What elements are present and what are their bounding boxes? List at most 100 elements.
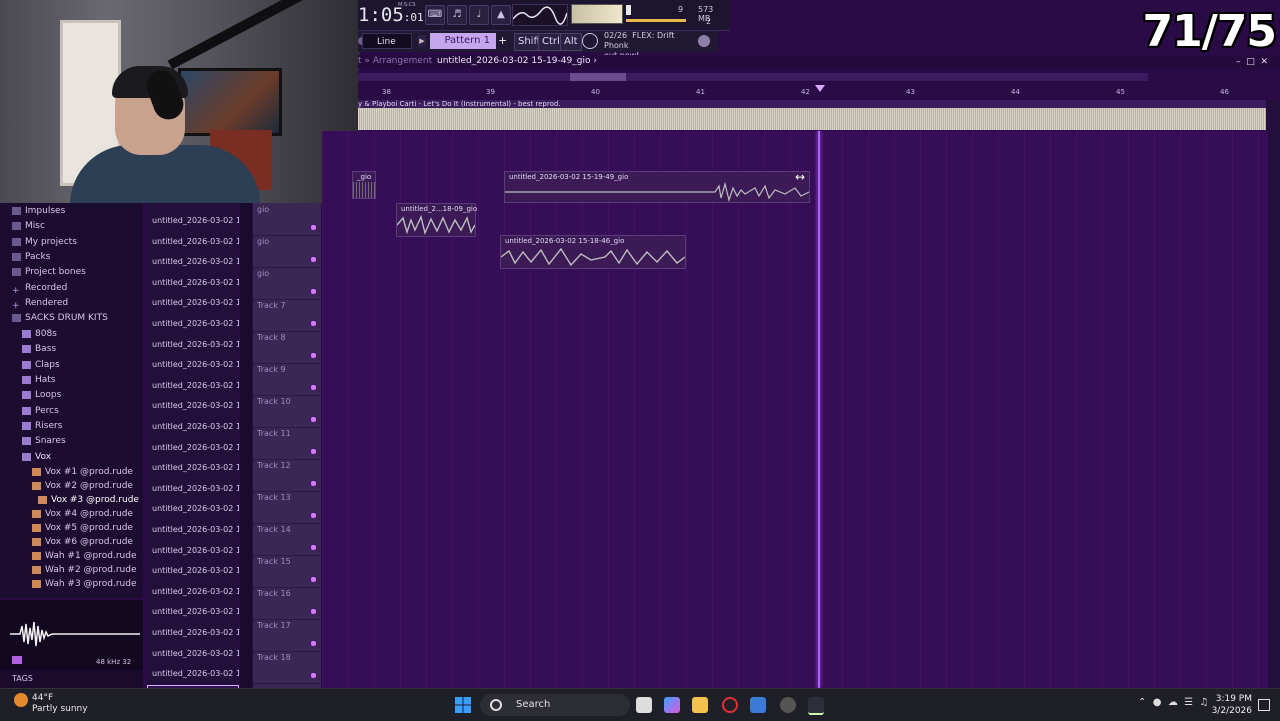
track-header[interactable]: Track 11 bbox=[253, 427, 321, 460]
browser-item-rendered[interactable]: + Rendered bbox=[12, 296, 68, 311]
browser-file-vox-2[interactable]: Vox #2 @prod.rude bbox=[32, 479, 133, 494]
track-mute-led[interactable] bbox=[310, 512, 317, 519]
file-explorer-icon[interactable] bbox=[692, 697, 708, 713]
track-mute-led[interactable] bbox=[310, 416, 317, 423]
weather-widget[interactable]: 44°F Partly sunny bbox=[14, 693, 88, 715]
play-pattern-icon[interactable]: ▶ bbox=[418, 35, 426, 47]
track-mute-led[interactable] bbox=[310, 256, 317, 263]
add-pattern-button[interactable]: + bbox=[498, 33, 508, 49]
browser-file-wah-1[interactable]: Wah #1 @prod.rude bbox=[32, 549, 136, 564]
master-volume-meter[interactable] bbox=[571, 4, 623, 24]
sample-preview[interactable]: 48 kHz 32 bbox=[0, 600, 143, 670]
clip-list-item[interactable]: untitled_2026-03-02 15-... bbox=[147, 273, 239, 293]
taskbar-clock[interactable]: 3:19 PM 3/2/2026 bbox=[1212, 693, 1252, 717]
browser-item-misc[interactable]: Misc bbox=[12, 219, 45, 234]
clip-list-item[interactable]: untitled_2026-03-02 15-... bbox=[147, 232, 239, 252]
track-header[interactable]: Track 8 bbox=[253, 331, 321, 364]
browser-item-my-projects[interactable]: My projects bbox=[12, 235, 77, 250]
track-header[interactable]: gio bbox=[253, 235, 321, 268]
browser-item-claps[interactable]: Claps bbox=[22, 358, 60, 373]
record-mode-icon[interactable]: ▲ bbox=[491, 5, 511, 25]
clip-list-item[interactable]: untitled_2026-03-02 15-... bbox=[147, 376, 239, 396]
keyboard-icon[interactable]: ⌨ bbox=[425, 5, 445, 25]
close-icon[interactable]: ✕ bbox=[1260, 57, 1268, 67]
browser-file-wah-3[interactable]: Wah #3 @prod.rude bbox=[32, 577, 136, 592]
clip-list-item[interactable]: untitled_2026-03-02 15-... bbox=[147, 335, 239, 355]
track-mute-led[interactable] bbox=[310, 608, 317, 615]
track-header[interactable]: Track 17 bbox=[253, 619, 321, 652]
track-header[interactable]: Track 10 bbox=[253, 395, 321, 428]
clip-list-item[interactable]: untitled_2026-03-02 15-... bbox=[147, 664, 239, 684]
track-mute-led[interactable] bbox=[310, 224, 317, 231]
browser-item-snares[interactable]: Snares bbox=[22, 434, 66, 449]
clip-list-item[interactable]: untitled_2026-03-02 15-... bbox=[147, 314, 239, 334]
track-mute-led[interactable] bbox=[310, 640, 317, 647]
track-mute-led[interactable] bbox=[310, 448, 317, 455]
browser-item-vox[interactable]: Vox bbox=[22, 450, 51, 465]
audio-clip[interactable]: _gio bbox=[352, 171, 376, 199]
track-header[interactable]: Track 18 bbox=[253, 651, 321, 684]
settings-gear-icon[interactable] bbox=[698, 35, 710, 47]
vertical-scrollbar[interactable] bbox=[1268, 100, 1280, 688]
clip-list-item[interactable]: untitled_2026-03-02 15-... bbox=[147, 644, 239, 664]
tags-bar[interactable]: TAGS bbox=[0, 670, 143, 688]
track-header[interactable]: Track 7 bbox=[253, 299, 321, 332]
clip-list-item[interactable]: untitled_2026-03-02 15-... bbox=[147, 499, 239, 519]
clip-list-item[interactable]: untitled_2026-03-02 15-... bbox=[147, 561, 239, 581]
track-header[interactable]: Track 15 bbox=[253, 555, 321, 588]
system-tray[interactable]: ⌃ ● ☁ ☰ ♫ bbox=[1138, 697, 1208, 708]
copilot-icon[interactable] bbox=[664, 697, 680, 713]
track-header[interactable]: gio bbox=[253, 267, 321, 300]
chrome-icon[interactable] bbox=[780, 697, 796, 713]
track-header[interactable]: Track 13 bbox=[253, 491, 321, 524]
store-icon[interactable] bbox=[750, 697, 766, 713]
track-header[interactable]: Track 16 bbox=[253, 587, 321, 620]
fl-studio-icon[interactable] bbox=[808, 697, 824, 715]
browser-file-vox-5[interactable]: Vox #5 @prod.rude bbox=[32, 521, 133, 536]
track-header[interactable]: Track 14 bbox=[253, 523, 321, 556]
pattern-selector[interactable]: Pattern 1 bbox=[430, 33, 496, 49]
clip-list-item[interactable]: untitled_2026-03-02 15-... bbox=[147, 458, 239, 478]
metronome-icon[interactable]: ♩ bbox=[469, 5, 489, 25]
play-preview-icon[interactable] bbox=[12, 656, 22, 664]
minimize-icon[interactable]: – bbox=[1236, 57, 1241, 67]
clip-list-item[interactable]: untitled_2026-03-02 15-... bbox=[147, 252, 239, 272]
clip-list-item[interactable]: untitled_2026-03-02 15-... bbox=[147, 438, 239, 458]
clip-list-scrollbar[interactable] bbox=[240, 203, 252, 688]
notification-icon[interactable] bbox=[1258, 699, 1270, 711]
browser-item-loops[interactable]: Loops bbox=[22, 388, 61, 403]
snap-selector[interactable]: Line bbox=[362, 33, 412, 49]
browser-item-sacks-drum-kits[interactable]: SACKS DRUM KITS bbox=[12, 311, 108, 326]
clip-list-item[interactable]: untitled_2026-03-02 15-... bbox=[147, 417, 239, 437]
clip-list-item[interactable]: untitled_2026-03-02 15-... bbox=[147, 355, 239, 375]
track-mute-led[interactable] bbox=[310, 352, 317, 359]
alt-button[interactable]: Alt bbox=[560, 33, 582, 51]
clip-list-item[interactable]: untitled_2026-03-02 15-... bbox=[147, 211, 239, 231]
track-mute-led[interactable] bbox=[310, 576, 317, 583]
browser-item-impulses[interactable]: Impulses bbox=[12, 204, 65, 219]
maximize-icon[interactable]: □ bbox=[1246, 57, 1255, 67]
audio-clip[interactable]: untitled_2...18-09_gio bbox=[396, 203, 477, 237]
news-icon[interactable] bbox=[582, 33, 598, 49]
clip-list-item[interactable]: untitled_2026-03-02 15-... bbox=[147, 396, 239, 416]
song-clip-waveform[interactable] bbox=[358, 108, 1266, 130]
clip-list-item[interactable]: untitled_2026-03-02 15-... bbox=[147, 602, 239, 622]
audio-clip[interactable]: untitled_2026-03-02 15-19-49_gio bbox=[504, 171, 810, 203]
clip-list-item[interactable]: untitled_2026-03-02 15-... bbox=[147, 582, 239, 602]
browser-file-vox-3[interactable]: Vox #3 @prod.rude bbox=[38, 493, 139, 508]
browser-item-recorded[interactable]: + Recorded bbox=[12, 281, 67, 296]
browser-item-808s[interactable]: 808s bbox=[22, 327, 57, 342]
browser-file-vox-1[interactable]: Vox #1 @prod.rude bbox=[32, 465, 133, 480]
browser-file-vox-4[interactable]: Vox #4 @prod.rude bbox=[32, 507, 133, 522]
track-mute-led[interactable] bbox=[310, 320, 317, 327]
browser-item-percs[interactable]: Percs bbox=[22, 404, 59, 419]
track-header[interactable]: Track 9 bbox=[253, 363, 321, 396]
scroll-thumb[interactable] bbox=[570, 73, 626, 81]
opera-icon[interactable] bbox=[722, 697, 738, 713]
browser-file-wah-2[interactable]: Wah #2 @prod.rude bbox=[32, 563, 136, 578]
clip-list-item[interactable]: untitled_2026-03-02 15-... bbox=[147, 479, 239, 499]
track-mute-led[interactable] bbox=[310, 544, 317, 551]
track-mute-led[interactable] bbox=[310, 384, 317, 391]
taskbar-search[interactable]: Search bbox=[480, 694, 630, 716]
browser-file-vox-6[interactable]: Vox #6 @prod.rude bbox=[32, 535, 133, 550]
